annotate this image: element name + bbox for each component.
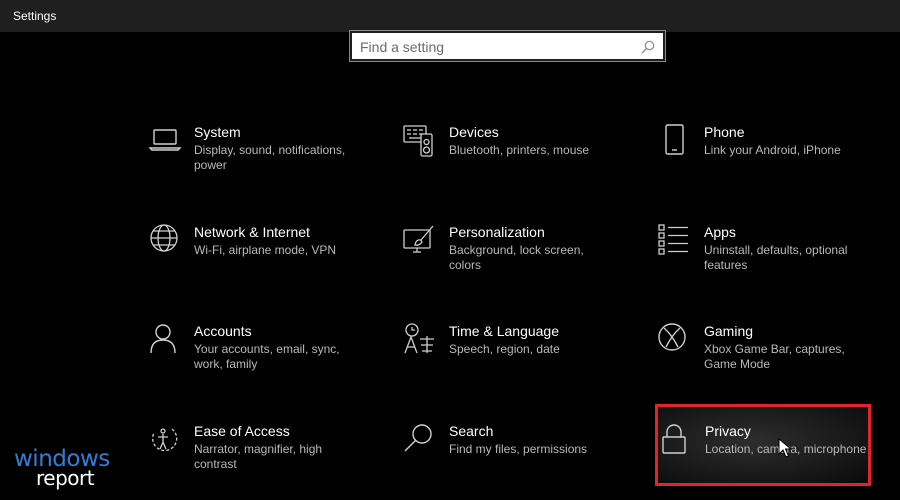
phone-icon [658, 124, 692, 158]
tile-description: Find my files, permissions [449, 442, 588, 456]
tile-title: Search [449, 423, 494, 439]
tile-description: Xbox Game Bar, captures, Game Mode [704, 342, 845, 371]
tile-system[interactable]: System Display, sound, notifications, po… [148, 124, 378, 204]
tile-phone[interactable]: Phone Link your Android, iPhone [658, 124, 888, 204]
search-icon[interactable] [640, 39, 656, 55]
tile-privacy[interactable]: Privacy Location, camera, microphone [659, 423, 889, 500]
time-language-icon [403, 323, 437, 357]
xbox-icon [658, 323, 692, 357]
tile-description: Your accounts, email, sync, work, family [194, 342, 340, 371]
tile-description: Narrator, magnifier, high contrast [194, 442, 323, 471]
title-bar: Settings [0, 0, 900, 32]
tile-description: Background, lock screen, colors [449, 243, 584, 272]
tile-title: System [194, 124, 241, 140]
tile-personalization[interactable]: Personalization Background, lock screen,… [403, 224, 633, 304]
tile-title: Ease of Access [194, 423, 290, 439]
tile-title: Apps [704, 224, 736, 240]
windows-report-watermark: windows report [14, 446, 124, 492]
settings-window: Settings System Display, sound, notifica… [0, 0, 900, 500]
tile-title: Network & Internet [194, 224, 310, 240]
tile-description: Link your Android, iPhone [704, 143, 841, 157]
tile-description: Bluetooth, printers, mouse [449, 143, 590, 157]
tile-accounts[interactable]: Accounts Your accounts, email, sync, wor… [148, 323, 378, 403]
apps-list-icon [658, 224, 692, 258]
search-input[interactable] [360, 37, 630, 57]
tile-description: Display, sound, notifications, power [194, 143, 346, 172]
search-box[interactable] [349, 30, 666, 62]
magnifier-icon [403, 423, 437, 457]
tile-title: Phone [704, 124, 745, 140]
window-title: Settings [13, 9, 57, 23]
tile-title: Privacy [705, 423, 751, 439]
tile-time-language[interactable]: Time & Language Speech, region, date [403, 323, 633, 403]
devices-icon [403, 124, 437, 158]
tile-title: Accounts [194, 323, 252, 339]
tile-search[interactable]: Search Find my files, permissions [403, 423, 633, 500]
tile-network-internet[interactable]: Network & Internet Wi-Fi, airplane mode,… [148, 224, 378, 304]
tile-title: Devices [449, 124, 499, 140]
tile-description: Uninstall, defaults, optional features [704, 243, 848, 272]
laptop-icon [148, 124, 182, 158]
tile-title: Time & Language [449, 323, 559, 339]
tile-title: Gaming [704, 323, 754, 339]
tile-description: Speech, region, date [449, 342, 560, 356]
watermark-line-2: report [36, 466, 95, 490]
person-icon [148, 323, 182, 357]
lock-icon [659, 423, 693, 457]
tile-apps[interactable]: Apps Uninstall, defaults, optional featu… [658, 224, 888, 304]
mouse-cursor-icon [778, 437, 793, 458]
tile-devices[interactable]: Devices Bluetooth, printers, mouse [403, 124, 633, 204]
tile-gaming[interactable]: Gaming Xbox Game Bar, captures, Game Mod… [658, 323, 888, 403]
tile-ease-of-access[interactable]: Ease of Access Narrator, magnifier, high… [148, 423, 378, 500]
globe-icon [148, 224, 182, 258]
tile-description: Wi-Fi, airplane mode, VPN [194, 243, 337, 257]
ease-of-access-icon [148, 423, 182, 457]
paintbrush-icon [403, 224, 437, 258]
tile-title: Personalization [449, 224, 545, 240]
